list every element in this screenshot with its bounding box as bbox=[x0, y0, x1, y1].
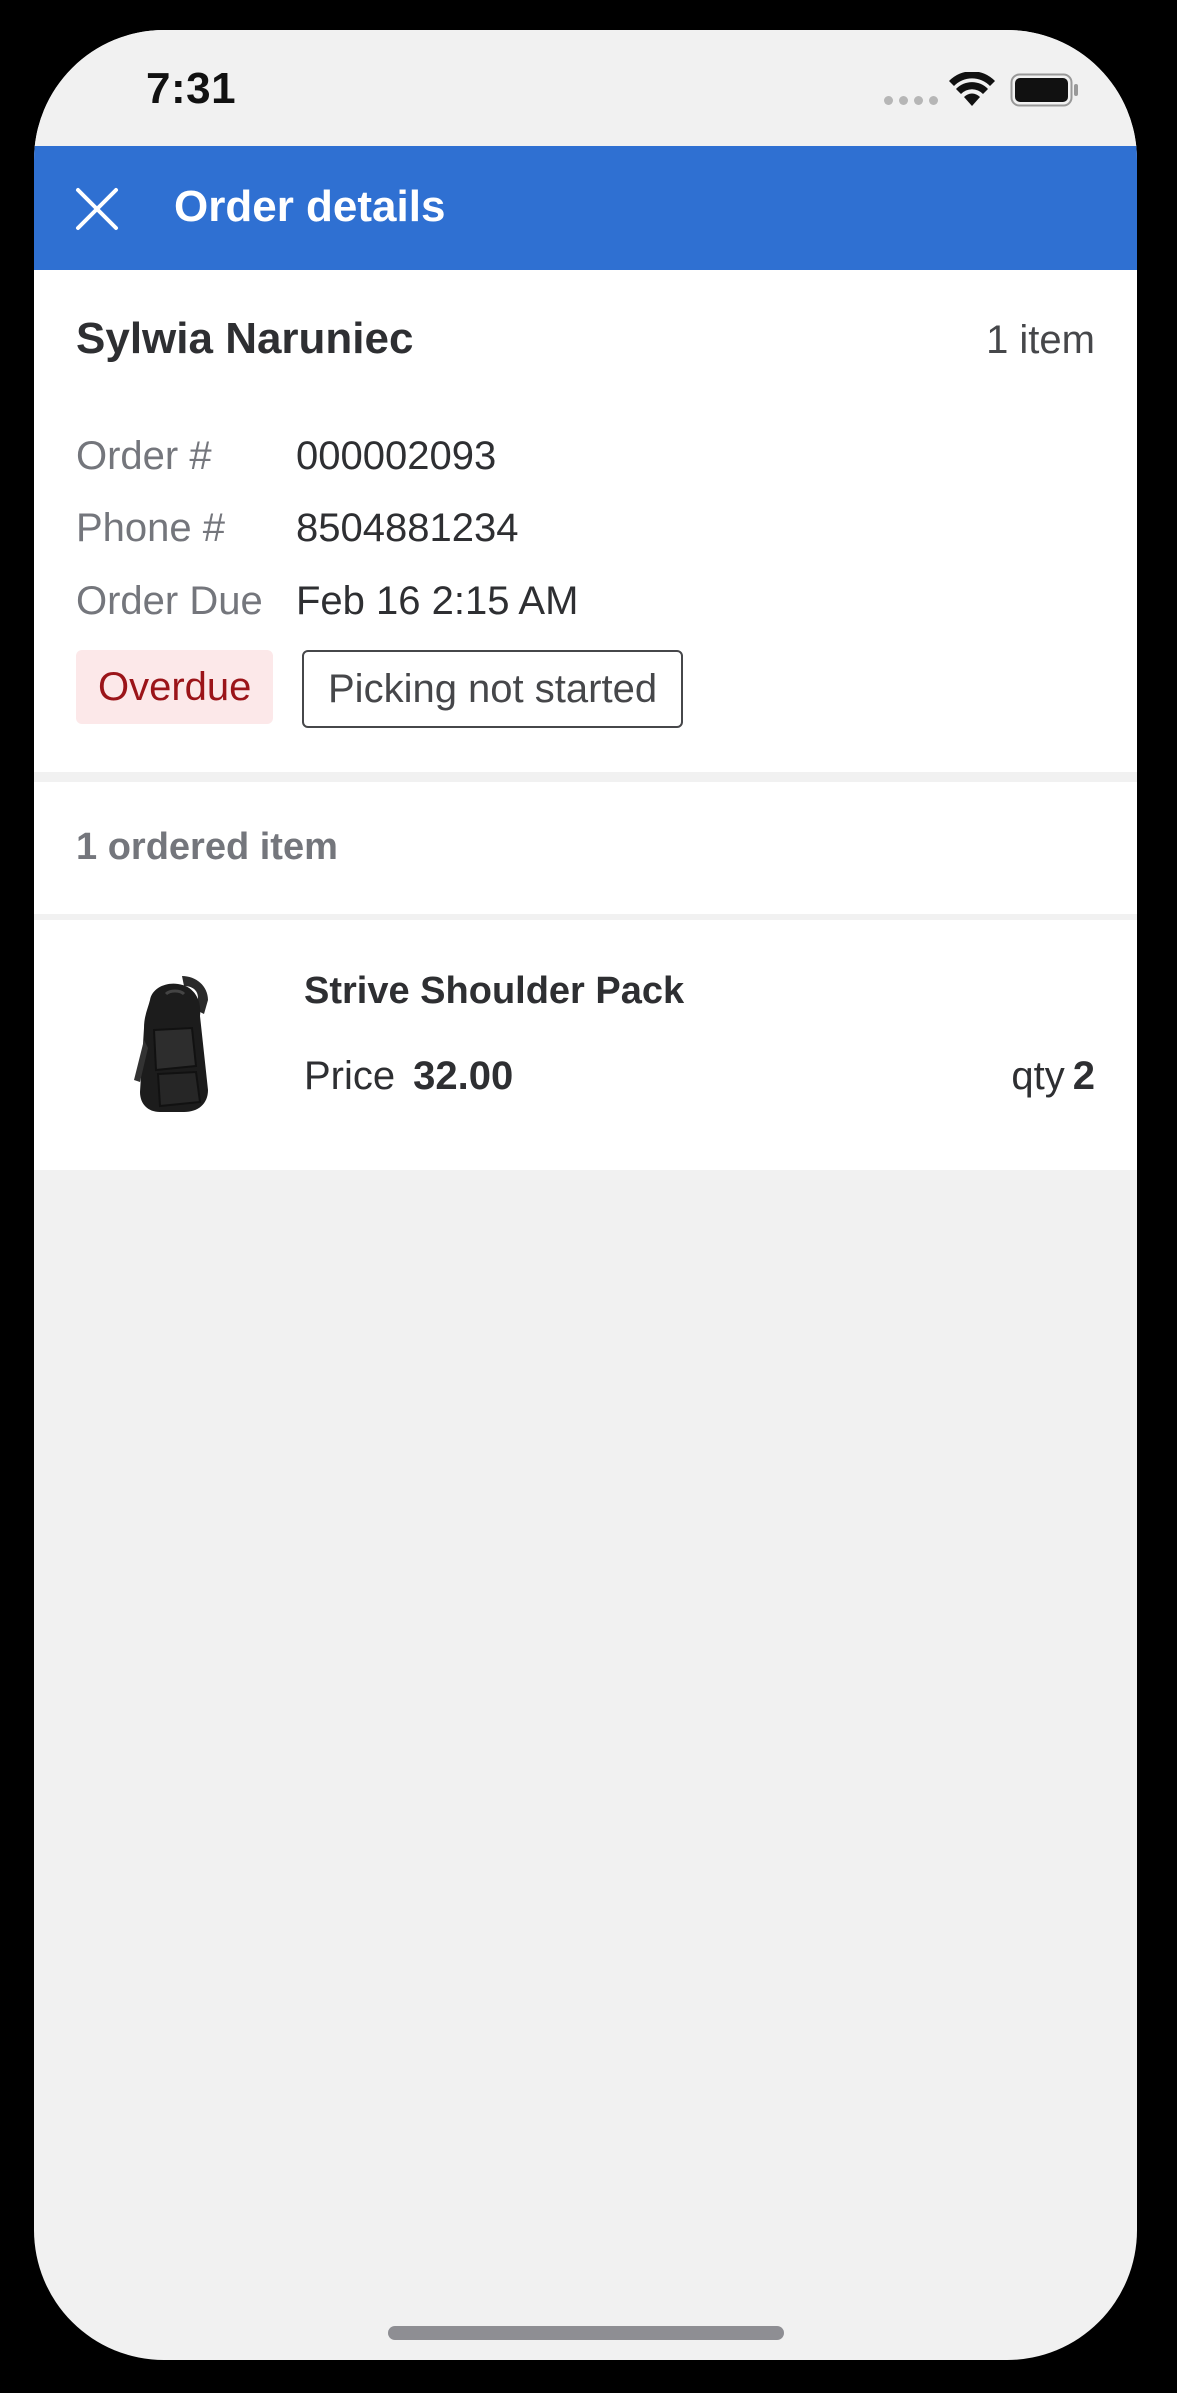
order-due-value: Feb 16 2:15 AM bbox=[296, 579, 579, 623]
signal-dots-icon bbox=[884, 96, 938, 105]
status-bar: 7:31 bbox=[34, 30, 1137, 146]
wifi-icon bbox=[949, 72, 995, 106]
order-number-label: Order # bbox=[76, 434, 212, 478]
price-label: Price bbox=[304, 1054, 396, 1098]
phone-number-label: Phone # bbox=[76, 506, 226, 550]
phone-number-value: 8504881234 bbox=[296, 506, 519, 550]
phone-screen: 7:31 Order details Sylwia Naruniec 1 ite… bbox=[34, 30, 1137, 2360]
ordered-items-header: 1 ordered item bbox=[34, 782, 1137, 914]
app-header: Order details bbox=[34, 146, 1137, 270]
quantity-line: qty 2 bbox=[1011, 1054, 1095, 1099]
status-time: 7:31 bbox=[146, 64, 237, 113]
order-number-value: 000002093 bbox=[296, 434, 497, 478]
ordered-items-title: 1 ordered item bbox=[76, 826, 338, 868]
list-item[interactable]: Strive Shoulder Pack Price 32.00 qty 2 bbox=[34, 920, 1137, 1170]
close-icon[interactable] bbox=[74, 186, 120, 232]
home-indicator bbox=[388, 2326, 784, 2340]
customer-name: Sylwia Naruniec bbox=[76, 314, 414, 363]
overdue-badge: Overdue bbox=[76, 650, 274, 724]
price-value: 32.00 bbox=[413, 1054, 514, 1098]
order-summary-card: Sylwia Naruniec 1 item Order # 000002093… bbox=[34, 270, 1137, 772]
page-title: Order details bbox=[174, 182, 446, 231]
price-line: Price 32.00 bbox=[304, 1054, 513, 1099]
picking-status-badge: Picking not started bbox=[302, 650, 684, 728]
quantity-value: 2 bbox=[1072, 1054, 1095, 1098]
quantity-label: qty bbox=[1011, 1054, 1065, 1098]
product-name: Strive Shoulder Pack bbox=[304, 970, 685, 1012]
battery-icon bbox=[1010, 73, 1078, 107]
shoulder-pack-image bbox=[134, 976, 208, 1112]
item-count: 1 item bbox=[986, 318, 1095, 362]
order-due-label: Order Due bbox=[76, 579, 263, 623]
